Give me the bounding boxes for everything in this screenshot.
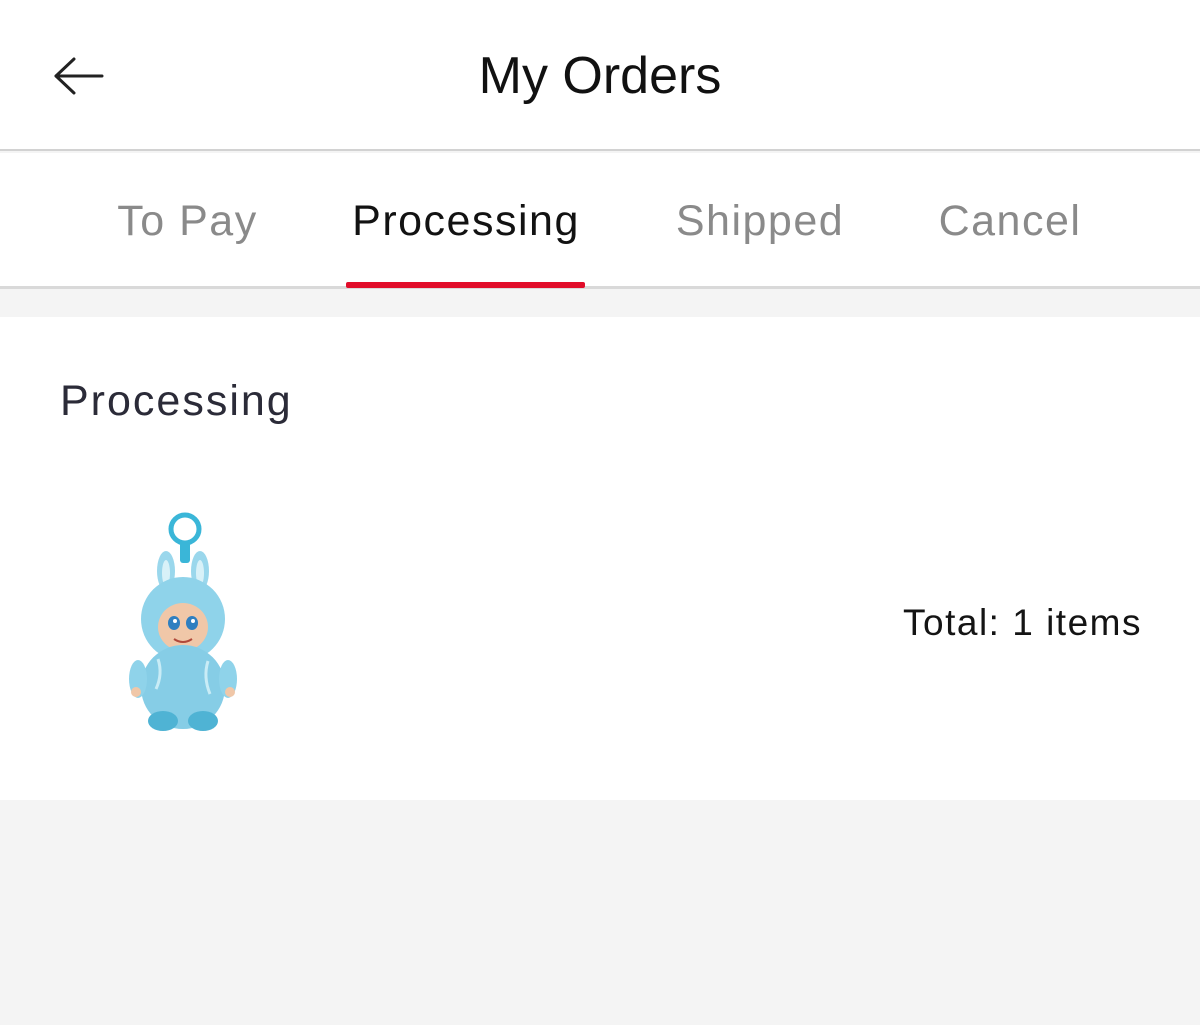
order-tabs: To Pay Processing Shipped Cancel [0, 153, 1200, 289]
arrow-left-icon [54, 57, 104, 95]
order-total: Total: 1 items [903, 602, 1142, 643]
tab-shipped[interactable]: Shipped [660, 153, 860, 289]
tab-to-pay[interactable]: To Pay [100, 153, 275, 289]
header: My Orders [0, 0, 1200, 151]
order-status: Processing [60, 377, 293, 425]
back-button[interactable] [40, 40, 120, 112]
product-image [129, 512, 237, 731]
order-card[interactable]: Processing Total: 1 items [0, 317, 1200, 800]
tab-processing[interactable]: Processing [335, 153, 597, 289]
tab-cancel[interactable]: Cancel [925, 153, 1095, 289]
page-title: My Orders [478, 46, 722, 105]
active-tab-indicator [346, 282, 585, 288]
